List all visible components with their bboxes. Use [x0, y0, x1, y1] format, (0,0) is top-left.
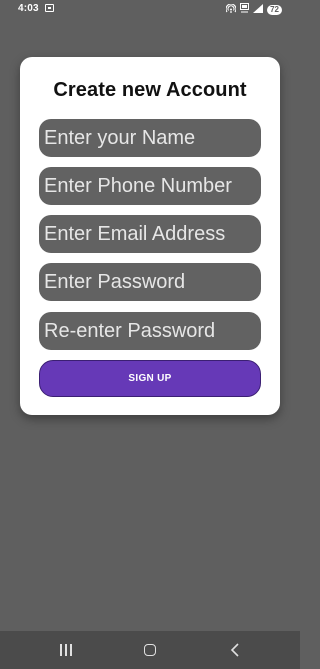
signup-button[interactable]: SIGN UP: [39, 360, 261, 397]
signal-icon: [253, 3, 264, 16]
home-icon[interactable]: [144, 644, 156, 656]
back-icon[interactable]: [230, 643, 240, 657]
navigation-bar: [0, 631, 300, 669]
status-icons: 72: [225, 2, 282, 16]
password-field[interactable]: [39, 263, 261, 301]
signup-screen: 4:03 72 Create new Account SIGN UP: [0, 0, 300, 669]
status-time: 4:03: [18, 3, 39, 14]
recents-icon[interactable]: [60, 644, 72, 656]
confirm-password-field[interactable]: [39, 312, 261, 350]
hotspot-icon: [225, 2, 237, 16]
page-title: Create new Account: [53, 79, 247, 101]
status-bar: 4:03 72: [0, 0, 300, 18]
signup-card: Create new Account SIGN UP: [20, 57, 280, 415]
name-field[interactable]: [39, 119, 261, 157]
phone-field[interactable]: [39, 167, 261, 205]
screenshot-icon: [45, 4, 54, 12]
email-field[interactable]: [39, 215, 261, 253]
volte-icon: [240, 3, 250, 16]
battery-icon: 72: [267, 4, 282, 15]
